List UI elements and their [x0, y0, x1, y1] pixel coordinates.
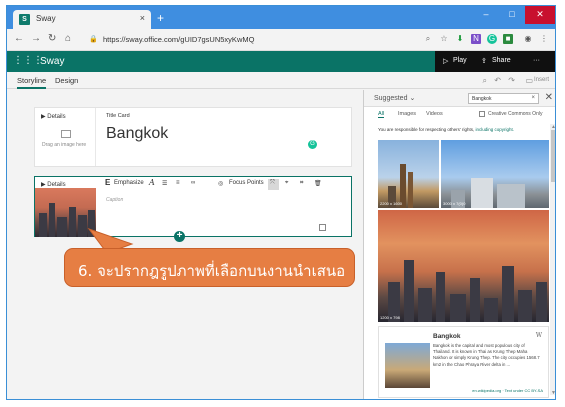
browser-window: S Sway × + – □ ✕ ← → ↻ ⌂ 🔒 https://sway.… — [6, 5, 556, 400]
callout-text: 6. จะปรากฎรูปภาพที่เลือกบนงานนำเสนอ — [78, 262, 346, 280]
instruction-callout: 6. จะปรากฎรูปภาพที่เลือกบนงานนำเสนอ — [64, 248, 355, 287]
callout-pointer — [87, 227, 134, 254]
